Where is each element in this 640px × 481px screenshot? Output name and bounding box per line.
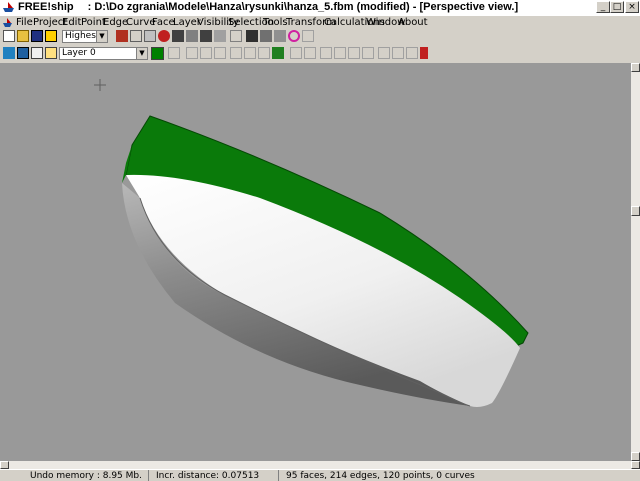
unlock-icon[interactable] [244, 47, 256, 59]
file-title: : D:\Do zgrania\Modele\Hanza\rysunki\han… [87, 1, 519, 13]
select-point-icon[interactable] [168, 47, 180, 59]
new-layer-icon[interactable] [45, 47, 57, 59]
export-icon[interactable] [45, 30, 57, 42]
status-bar: Undo memory : 8.95 Mb. Incr. distance: 0… [0, 469, 640, 481]
add-point-icon[interactable] [272, 47, 284, 59]
chevron-down-icon: ▼ [96, 31, 107, 42]
lock-icon[interactable] [230, 47, 242, 59]
fairing-icon[interactable] [378, 47, 390, 59]
control-net-icon[interactable] [144, 30, 156, 42]
minimize-button[interactable]: _ [596, 1, 610, 13]
maximize-button[interactable]: □ [610, 1, 624, 13]
edge-icon[interactable] [200, 47, 212, 59]
menu-tools[interactable]: Tools [263, 17, 288, 28]
app-name: FREE!ship [18, 1, 74, 13]
redo-icon[interactable] [288, 30, 300, 42]
extrude-icon[interactable] [320, 47, 332, 59]
shaded-icon[interactable] [158, 30, 170, 42]
vertical-scrollbar[interactable] [631, 63, 640, 461]
perspective-viewport[interactable] [0, 63, 631, 461]
view-profile-icon[interactable] [186, 30, 198, 42]
undo-icon[interactable] [302, 30, 314, 42]
scroll-left-arrow[interactable] [0, 461, 9, 469]
view-plan-icon[interactable] [200, 30, 212, 42]
menu-face[interactable]: Face [152, 17, 175, 28]
crease-icon[interactable] [392, 47, 404, 59]
horizontal-scrollbar[interactable] [0, 461, 640, 469]
scroll-right-arrow[interactable] [631, 461, 640, 469]
split-icon[interactable] [334, 47, 346, 59]
render-icon[interactable] [260, 30, 272, 42]
mirror-icon[interactable] [258, 47, 270, 59]
layer-select[interactable]: Layer 0 ▼ [59, 47, 148, 60]
save-disk-icon[interactable] [31, 30, 43, 42]
menu-about[interactable]: About [398, 17, 428, 28]
face-icon[interactable] [214, 47, 226, 59]
layer-properties-icon[interactable] [17, 47, 29, 59]
new-file-icon[interactable] [3, 30, 15, 42]
view-body-plan-icon[interactable] [172, 30, 184, 42]
scroll-down-arrow[interactable] [631, 452, 640, 461]
open-folder-icon[interactable] [17, 30, 29, 42]
intersect-icon[interactable] [304, 47, 316, 59]
chevron-down-icon: ▼ [136, 48, 147, 59]
collapse-icon[interactable] [348, 47, 360, 59]
crosshair-cursor [94, 79, 106, 91]
curvature-icon[interactable] [130, 30, 142, 42]
layer-value: Layer 0 [62, 48, 96, 58]
hull-render [94, 79, 529, 407]
menu-file[interactable]: File [16, 17, 33, 28]
status-divider [278, 470, 279, 481]
curve-icon[interactable] [290, 47, 302, 59]
flip-icon[interactable] [362, 47, 374, 59]
window-title: FREE!ship : D:\Do zgrania\Modele\Hanza\ry… [18, 1, 518, 13]
precision-select[interactable]: Highest ▼ [62, 30, 108, 43]
scroll-thumb[interactable] [631, 206, 640, 216]
shade-mode-icon[interactable] [246, 30, 258, 42]
precision-value: Highest [65, 31, 100, 41]
menu-bar: File Project Edit Point Edge Curve Face … [0, 16, 640, 30]
delete-icon[interactable] [420, 47, 428, 59]
edit-toolbar: Layer 0 ▼ [0, 46, 640, 61]
lines-icon[interactable] [274, 30, 286, 42]
zoom-icon[interactable] [230, 30, 242, 42]
layer-dialog-icon[interactable] [31, 47, 43, 59]
title-bar: FREE!ship : D:\Do zgrania\Modele\Hanza\ry… [0, 0, 640, 16]
scroll-up-arrow[interactable] [631, 63, 640, 72]
status-divider [148, 470, 149, 481]
mdi-child-icon[interactable] [2, 17, 13, 28]
close-button[interactable]: × [625, 1, 639, 13]
point-icon[interactable] [186, 47, 198, 59]
main-toolbar: Highest ▼ [0, 29, 640, 44]
menu-edit[interactable]: Edit [62, 17, 81, 28]
layer-color-swatch[interactable] [151, 47, 164, 60]
check-icon[interactable] [406, 47, 418, 59]
view-perspective-icon[interactable] [214, 30, 226, 42]
mesh-grid-icon[interactable] [116, 30, 128, 42]
scissors-icon[interactable] [3, 47, 15, 59]
app-ship-icon [3, 2, 14, 12]
menu-edge[interactable]: Edge [103, 17, 128, 28]
